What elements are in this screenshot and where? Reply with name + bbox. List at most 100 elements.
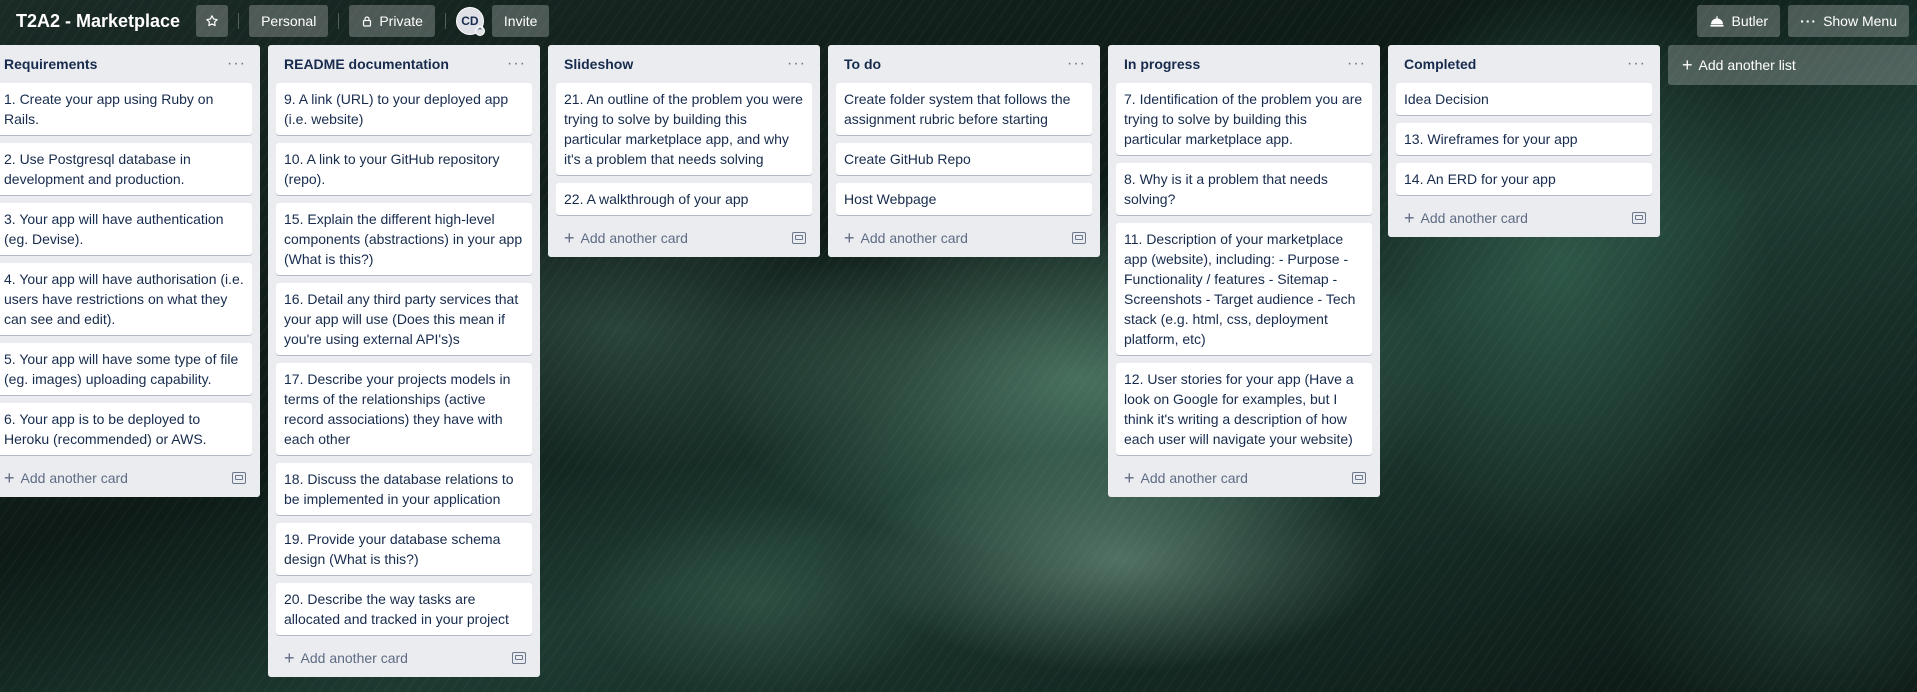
card[interactable]: 4. Your app will have authorisation (i.e… <box>0 263 252 335</box>
butler-label: Butler <box>1731 13 1769 29</box>
list-title[interactable]: README documentation <box>284 56 449 72</box>
add-card-button[interactable]: + Add another card <box>844 229 968 247</box>
list-header: To do ··· <box>832 45 1096 83</box>
list: README documentation ··· 9. A link (URL) t… <box>268 45 540 677</box>
list-menu-icon[interactable]: ··· <box>1067 56 1086 72</box>
list-header: In progress ··· <box>1112 45 1376 83</box>
header-divider <box>338 13 340 29</box>
list-footer: + Add another card <box>1112 459 1376 497</box>
show-menu-label: Show Menu <box>1823 13 1897 29</box>
card-template-icon[interactable] <box>232 472 246 484</box>
card[interactable]: Host Webpage <box>836 183 1092 215</box>
card[interactable]: 15. Explain the different high-level com… <box>276 203 532 275</box>
list-title[interactable]: Completed <box>1404 56 1476 72</box>
card[interactable]: 16. Detail any third party services that… <box>276 283 532 355</box>
show-menu-button[interactable]: ··· Show Menu <box>1788 5 1909 37</box>
card[interactable]: Create GitHub Repo <box>836 143 1092 175</box>
card-template-icon[interactable] <box>512 652 526 664</box>
plus-icon: + <box>4 468 15 488</box>
card-list: 1. Create your app using Ruby on Rails. 2… <box>0 83 256 455</box>
list-menu-icon[interactable]: ··· <box>1347 56 1366 72</box>
add-card-label: Add another card <box>860 230 968 246</box>
invite-label: Invite <box>503 13 538 29</box>
add-card-button[interactable]: + Add another card <box>284 649 408 667</box>
plus-icon: + <box>1682 55 1693 75</box>
card-list: 7. Identification of the problem you are… <box>1112 83 1376 455</box>
butler-button[interactable]: Butler <box>1697 5 1781 37</box>
plus-icon: + <box>1124 468 1135 488</box>
card[interactable]: 7. Identification of the problem you are… <box>1116 83 1372 155</box>
plus-icon: + <box>284 648 295 668</box>
card-template-icon[interactable] <box>1072 232 1086 244</box>
list-menu-icon[interactable]: ··· <box>1627 56 1646 72</box>
list-footer: + Add another card <box>0 459 256 497</box>
add-card-label: Add another card <box>20 470 128 486</box>
list-title[interactable]: Requirements <box>4 56 97 72</box>
visibility-button[interactable]: Private <box>349 5 435 37</box>
add-card-label: Add another card <box>300 650 408 666</box>
card[interactable]: 19. Provide your database schema design … <box>276 523 532 575</box>
card[interactable]: 17. Describe your projects models in ter… <box>276 363 532 455</box>
list-footer: + Add another card <box>832 219 1096 257</box>
card[interactable]: 13. Wireframes for your app <box>1396 123 1652 155</box>
list-menu-icon[interactable]: ··· <box>787 56 806 72</box>
list: Requirements ··· 1. Create your app using … <box>0 45 260 497</box>
card[interactable]: 5. Your app will have some type of file … <box>0 343 252 395</box>
card[interactable]: Create folder system that follows the as… <box>836 83 1092 135</box>
card[interactable]: 20. Describe the way tasks are allocated… <box>276 583 532 635</box>
plus-icon: + <box>844 228 855 248</box>
visibility-label: Private <box>379 13 423 29</box>
more-icon: ··· <box>1800 13 1818 29</box>
list-title[interactable]: To do <box>844 56 881 72</box>
card[interactable]: 12. User stories for your app (Have a lo… <box>1116 363 1372 455</box>
card-list: Idea Decision 13. Wireframes for your app… <box>1392 83 1656 195</box>
add-card-button[interactable]: + Add another card <box>1404 209 1528 227</box>
card-template-icon[interactable] <box>792 232 806 244</box>
card[interactable]: Idea Decision <box>1396 83 1652 115</box>
card-list: 21. An outline of the problem you were t… <box>552 83 816 215</box>
card[interactable]: 10. A link to your GitHub repository (re… <box>276 143 532 195</box>
add-card-button[interactable]: + Add another card <box>564 229 688 247</box>
header-divider <box>444 13 446 29</box>
card[interactable]: 3. Your app will have authentication (eg… <box>0 203 252 255</box>
list-header: README documentation ··· <box>272 45 536 83</box>
card[interactable]: 22. A walkthrough of your app <box>556 183 812 215</box>
card[interactable]: 9. A link (URL) to your deployed app (i.… <box>276 83 532 135</box>
board-header: T2A2 - Marketplace Personal Private CD ⌃… <box>0 0 1917 42</box>
member-avatar[interactable]: CD ⌃ <box>455 7 485 36</box>
card[interactable]: 2. Use Postgresql database in developmen… <box>0 143 252 195</box>
header-divider <box>238 13 240 29</box>
avatar-initials: CD <box>461 14 479 28</box>
add-card-label: Add another card <box>1420 210 1528 226</box>
list: Completed ··· Idea Decision 13. Wireframes … <box>1388 45 1660 237</box>
star-button[interactable] <box>196 5 229 37</box>
card[interactable]: 11. Description of your marketplace app … <box>1116 223 1372 355</box>
plus-icon: + <box>564 228 575 248</box>
card-list: Create folder system that follows the as… <box>832 83 1096 215</box>
card-template-icon[interactable] <box>1632 212 1646 224</box>
card[interactable]: 14. An ERD for your app <box>1396 163 1652 195</box>
card[interactable]: 6. Your app is to be deployed to Heroku … <box>0 403 252 455</box>
add-card-button[interactable]: + Add another card <box>1124 469 1248 487</box>
list-title[interactable]: Slideshow <box>564 56 633 72</box>
team-button[interactable]: Personal <box>249 5 329 37</box>
card[interactable]: 1. Create your app using Ruby on Rails. <box>0 83 252 135</box>
card-list: 9. A link (URL) to your deployed app (i.… <box>272 83 536 635</box>
list-title[interactable]: In progress <box>1124 56 1200 72</box>
list-menu-icon[interactable]: ··· <box>507 56 526 72</box>
card[interactable]: 18. Discuss the database relations to be… <box>276 463 532 515</box>
list-menu-icon[interactable]: ··· <box>227 56 246 72</box>
card-template-icon[interactable] <box>1352 472 1366 484</box>
invite-button[interactable]: Invite <box>491 5 550 37</box>
add-list-button[interactable]: + Add another list <box>1668 45 1917 85</box>
card[interactable]: 8. Why is it a problem that needs solvin… <box>1116 163 1372 215</box>
add-card-button[interactable]: + Add another card <box>4 469 128 487</box>
board-title[interactable]: T2A2 - Marketplace <box>16 11 188 32</box>
admin-badge-icon: ⌃ <box>474 26 485 36</box>
lock-icon <box>363 15 372 27</box>
add-list-label: Add another list <box>1698 57 1796 73</box>
team-label: Personal <box>261 13 317 29</box>
list: Slideshow ··· 21. An outline of the proble… <box>548 45 820 257</box>
card[interactable]: 21. An outline of the problem you were t… <box>556 83 812 175</box>
board-canvas: Requirements ··· 1. Create your app using … <box>0 45 1917 677</box>
